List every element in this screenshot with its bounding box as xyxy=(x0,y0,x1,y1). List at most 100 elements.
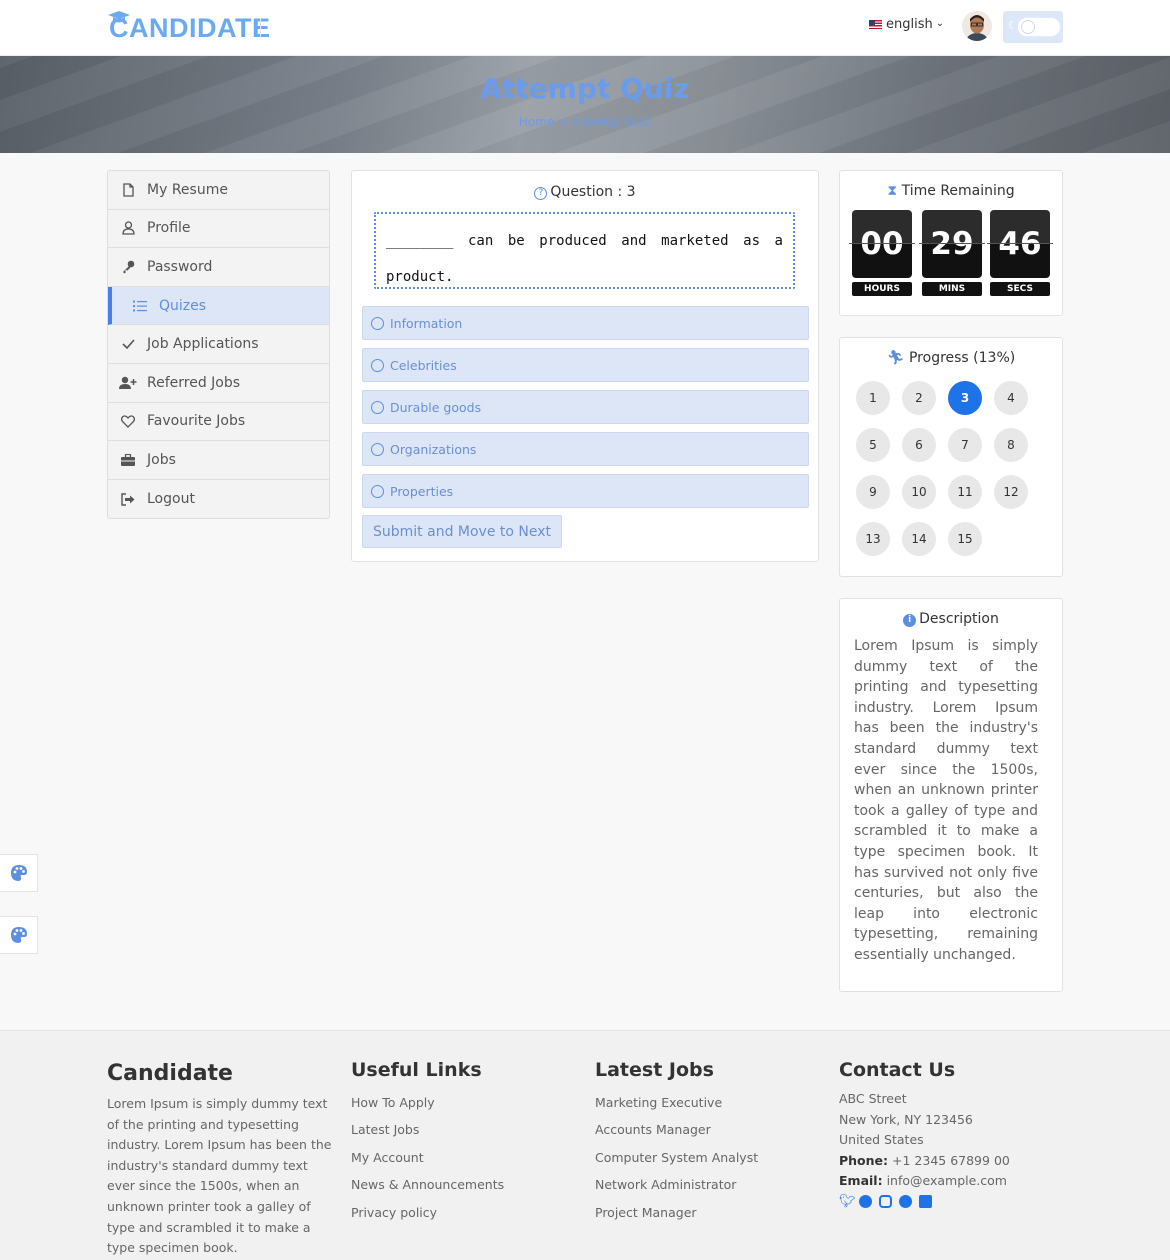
hourglass-icon: ⧗ xyxy=(887,183,898,199)
answer-option[interactable]: Information xyxy=(362,306,809,340)
answer-option[interactable]: Celebrities xyxy=(362,348,809,382)
breadcrumb-home[interactable]: Home xyxy=(519,115,554,129)
sidebar-item-favourite-jobs[interactable]: Favourite Jobs xyxy=(108,403,329,442)
footer-link[interactable]: News & Announcements xyxy=(351,1171,504,1198)
progress-card: 🏃︎ Progress (13%) 1 2 3 4 5 6 7 8 9 10 11 12 13 14 15 xyxy=(839,337,1063,577)
file-icon xyxy=(117,183,139,197)
timer-mins-label: MINS xyxy=(922,282,982,296)
logo-text: CANDIDATE xyxy=(109,12,271,43)
answer-option[interactable]: Properties xyxy=(362,474,809,508)
question-number-button[interactable]: 7 xyxy=(948,428,982,462)
timer-mins: 29 xyxy=(919,210,985,278)
sidebar-item-jobs[interactable]: Jobs xyxy=(108,441,329,480)
us-flag-icon xyxy=(869,20,882,29)
question-text: ________ can be produced and marketed as… xyxy=(374,212,795,289)
linkedin-icon[interactable] xyxy=(919,1194,932,1208)
answer-option[interactable]: Durable goods xyxy=(362,390,809,424)
question-number-button[interactable]: 9 xyxy=(856,475,890,509)
user-avatar-icon xyxy=(962,11,992,41)
description-title-label: Description xyxy=(919,611,999,627)
sidebar-item-job-applications[interactable]: Job Applications xyxy=(108,325,329,364)
palette-button[interactable] xyxy=(0,916,38,954)
sidebar-item-password[interactable]: Password xyxy=(108,248,329,287)
timer-card: ⧗ Time Remaining 00 29 46 HOURS MINS SEC… xyxy=(839,170,1063,316)
footer-job-link[interactable]: Computer System Analyst xyxy=(595,1144,758,1171)
site-footer: Candidate Lorem Ipsum is simply dummy te… xyxy=(0,1030,1170,1260)
footer-link[interactable]: My Account xyxy=(351,1144,504,1171)
quiz-card: ? Question : 3 ________ can be produced a… xyxy=(351,170,819,562)
palette-icon xyxy=(10,865,27,881)
question-number-button[interactable]: 11 xyxy=(948,475,982,509)
language-selector[interactable]: english ⌄ xyxy=(869,17,944,32)
footer-latest-jobs: Latest Jobs Marketing Executive Accounts… xyxy=(595,1059,758,1226)
instagram-icon[interactable] xyxy=(879,1194,892,1208)
question-number-button[interactable]: 1 xyxy=(856,381,890,415)
email-line: Email: info@example.com xyxy=(839,1171,1010,1192)
radio-icon[interactable] xyxy=(371,358,384,372)
footer-link[interactable]: Latest Jobs xyxy=(351,1116,504,1143)
question-header: ? Question : 3 xyxy=(352,184,818,200)
language-label: english xyxy=(886,17,933,32)
twitter-icon[interactable]: 🐦︎ xyxy=(839,1195,856,1208)
toggle-knob xyxy=(1021,20,1035,34)
facebook-icon[interactable] xyxy=(859,1194,872,1208)
question-number-button[interactable]: 3 xyxy=(948,381,982,415)
footer-job-link[interactable]: Marketing Executive xyxy=(595,1089,758,1116)
sidebar-item-referred-jobs[interactable]: Referred Jobs xyxy=(108,364,329,403)
question-number-button[interactable]: 14 xyxy=(902,522,936,556)
palette-icon xyxy=(10,927,27,943)
sign-out-icon xyxy=(117,492,139,506)
option-label: Organizations xyxy=(390,441,477,457)
theme-toggle[interactable]: ☾ xyxy=(1003,11,1063,43)
avatar[interactable] xyxy=(962,11,992,41)
footer-link[interactable]: Privacy policy xyxy=(351,1199,504,1226)
footer-useful-links: Useful Links How To Apply Latest Jobs My… xyxy=(351,1059,504,1226)
question-number-button[interactable]: 6 xyxy=(902,428,936,462)
question-number-button[interactable]: 13 xyxy=(856,522,890,556)
footer-about-title: Candidate xyxy=(107,1061,233,1086)
sidebar-item-logout[interactable]: Logout xyxy=(108,480,329,519)
radio-icon[interactable] xyxy=(371,400,384,414)
phone-label: Phone: xyxy=(839,1152,889,1168)
radio-icon[interactable] xyxy=(371,316,384,330)
site-logo[interactable]: CANDIDATE xyxy=(108,11,271,43)
timer-title-label: Time Remaining xyxy=(901,183,1015,199)
logo-divider xyxy=(260,18,261,38)
sidebar-item-profile[interactable]: Profile xyxy=(108,210,329,249)
question-label: Question : 3 xyxy=(550,184,636,200)
question-number-button[interactable]: 15 xyxy=(948,522,982,556)
question-number-button[interactable]: 2 xyxy=(902,381,936,415)
running-icon: 🏃︎ xyxy=(886,350,905,366)
progress-title-label: Progress (13%) xyxy=(908,350,1016,366)
sidebar-item-my-resume[interactable]: My Resume xyxy=(108,171,329,210)
top-navbar: CANDIDATE english ⌄ ☾ xyxy=(0,0,1170,56)
footer-about-text: Lorem Ipsum is simply dummy text of the … xyxy=(107,1096,332,1256)
radio-icon[interactable] xyxy=(371,442,384,456)
footer-link[interactable]: How To Apply xyxy=(351,1089,504,1116)
page-title: Attempt Quiz xyxy=(480,72,690,105)
sidebar-item-label: Profile xyxy=(147,220,191,237)
question-number-button[interactable]: 10 xyxy=(902,475,936,509)
palette-button[interactable] xyxy=(0,854,38,892)
footer-job-link[interactable]: Project Manager xyxy=(595,1199,758,1226)
question-number-button[interactable]: 12 xyxy=(994,475,1028,509)
email-address[interactable]: info@example.com xyxy=(887,1173,1007,1188)
answer-option[interactable]: Organizations xyxy=(362,432,809,466)
google-plus-icon[interactable] xyxy=(899,1194,912,1208)
sidebar-item-label: Favourite Jobs xyxy=(147,413,246,430)
phone-number: +1 2345 67899 00 xyxy=(892,1152,1010,1168)
question-number-button[interactable]: 5 xyxy=(856,428,890,462)
radio-icon[interactable] xyxy=(371,484,384,498)
option-label: Durable goods xyxy=(390,399,482,415)
description-card: i Description Lorem Ipsum is simply dummy… xyxy=(839,598,1063,992)
sidebar-item-label: Job Applications xyxy=(147,336,259,353)
timer-hours: 00 xyxy=(849,210,915,278)
submit-next-button[interactable]: Submit and Move to Next xyxy=(362,515,563,548)
question-number-button[interactable]: 4 xyxy=(994,381,1028,415)
footer-about: Candidate Lorem Ipsum is simply dummy te… xyxy=(107,1061,332,1259)
footer-job-link[interactable]: Network Administrator xyxy=(595,1171,758,1198)
breadcrumb-current: Attempt Quiz xyxy=(571,115,652,129)
sidebar-item-quizes[interactable]: Quizes xyxy=(108,286,329,326)
footer-job-link[interactable]: Accounts Manager xyxy=(595,1116,758,1143)
question-number-button[interactable]: 8 xyxy=(994,428,1028,462)
